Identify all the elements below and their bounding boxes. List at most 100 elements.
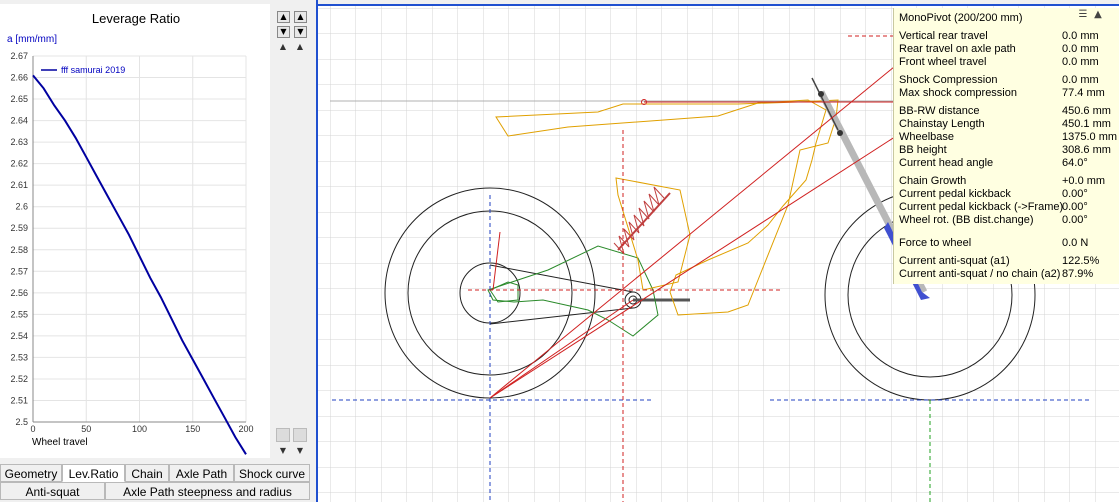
scroll-down-arrow-icon[interactable]: ▼ — [292, 446, 308, 458]
y-tick-label: 2.67 — [10, 51, 28, 61]
info-row-label: Current head angle — [899, 157, 994, 169]
info-row-label: Current pedal kickback — [899, 188, 1011, 200]
info-panel: MonoPivot (200/200 mm) ☰ ▲ Vertical rear… — [893, 8, 1119, 284]
info-row-value: 1375.0 mm — [1062, 131, 1118, 143]
y-tick-label: 2.6 — [15, 202, 28, 212]
info-row-label: Chainstay Length — [899, 118, 985, 130]
info-row-value: 77.4 mm — [1062, 87, 1105, 99]
scroll-thumb[interactable] — [276, 428, 290, 442]
legend-label: fff samurai 2019 — [61, 65, 125, 75]
x-axis-label: Wheel travel — [32, 437, 88, 448]
info-row-label: Front wheel travel — [899, 56, 987, 68]
info-row: Wheel rot. (BB dist.change) 0.00° — [899, 214, 1113, 227]
y-tick-label: 2.5 — [15, 417, 28, 427]
scroll-top-button[interactable]: ▲ — [277, 11, 290, 23]
info-row: BB-RW distance 450.6 mm — [899, 105, 1113, 118]
info-row: Rear travel on axle path 0.0 mm — [899, 43, 1113, 56]
info-row: Current pedal kickback 0.00° — [899, 188, 1113, 201]
x-tick-label: 50 — [81, 424, 91, 434]
scroll-thumb[interactable] — [293, 428, 307, 442]
y-tick-label: 2.59 — [10, 223, 28, 233]
scroll-down-arrow-icon[interactable]: ▼ — [275, 446, 291, 458]
info-row-label: Rear travel on axle path — [899, 43, 1016, 55]
info-row: Vertical rear travel 0.0 mm — [899, 30, 1113, 43]
x-tick-label: 200 — [238, 424, 253, 434]
info-row-label: Chain Growth — [899, 175, 967, 187]
info-row-label: BB-RW distance — [899, 105, 980, 117]
info-row-label: Shock Compression — [899, 74, 998, 86]
y-tick-label: 2.62 — [10, 159, 28, 169]
info-row-label: Force to wheel — [899, 237, 972, 249]
y-tick-label: 2.57 — [10, 266, 28, 276]
chart-svg: 2.5 2.51 2.52 2.53 2.54 2.55 2.56 2.57 2.58 2.59 2… — [7, 11, 254, 455]
y-tick-label: 2.65 — [10, 94, 28, 104]
tab-geometry[interactable]: Geometry — [0, 464, 62, 482]
tab-axle-path[interactable]: Axle Path — [169, 464, 234, 482]
info-row-value: 0.00° — [1062, 201, 1088, 213]
scroll-bottom-button-2[interactable]: ▼ — [294, 26, 307, 38]
info-row-value: 0.0 N — [1062, 237, 1089, 249]
scrollbar-2[interactable]: ▲ ▼ — [292, 40, 308, 460]
info-row-label: Max shock compression — [899, 87, 1017, 99]
info-row: Current head angle 64.0° — [899, 157, 1113, 170]
info-row-value: 450.6 mm — [1062, 105, 1111, 117]
scroll-up-arrow-icon[interactable]: ▲ — [275, 42, 291, 54]
x-tick-label: 150 — [185, 424, 200, 434]
x-tick-label: 100 — [132, 424, 147, 434]
info-row-label: Current pedal kickback (->Frame) — [899, 201, 1064, 213]
info-row: Current pedal kickback (->Frame) 0.00° — [899, 201, 1113, 214]
info-row-value: 450.1 mm — [1062, 118, 1111, 130]
info-row-value: +0.0 mm — [1062, 175, 1106, 187]
info-row: Current anti-squat / no chain (a2) 87.9% — [899, 268, 1113, 281]
scroll-up-icon[interactable]: ▲ — [1092, 9, 1104, 21]
y-tick-label: 2.63 — [10, 137, 28, 147]
chart-title: Leverage Ratio — [92, 11, 180, 26]
scroll-up-arrow-icon[interactable]: ▲ — [292, 42, 308, 54]
info-row-label: BB height — [899, 144, 947, 156]
y-axis-label: a [mm/mm] — [7, 34, 57, 45]
info-row-label: Wheelbase — [899, 131, 955, 143]
scrollbar-1[interactable]: ▲ ▼ — [275, 40, 291, 460]
tab-chain[interactable]: Chain — [125, 464, 169, 482]
info-row: BB height 308.6 mm — [899, 144, 1113, 157]
y-tick-label: 2.54 — [10, 331, 28, 341]
tab-shock-curve[interactable]: Shock curve — [234, 464, 310, 482]
info-row-label: Current anti-squat / no chain (a2) — [899, 268, 1061, 280]
y-tick-label: 2.66 — [10, 73, 28, 83]
info-row-value: 0.00° — [1062, 214, 1088, 226]
info-row: Max shock compression 77.4 mm — [899, 87, 1113, 100]
info-row-label: Current anti-squat (a1) — [899, 255, 1010, 267]
leverage-ratio-chart: 2.5 2.51 2.52 2.53 2.54 2.55 2.56 2.57 2.58 2.59 2… — [0, 4, 270, 458]
y-tick-label: 2.52 — [10, 374, 28, 384]
y-tick-label: 2.55 — [10, 309, 28, 319]
info-row: Chain Growth +0.0 mm — [899, 175, 1113, 188]
scroll-top-button-2[interactable]: ▲ — [294, 11, 307, 23]
info-row-label: Wheel rot. (BB dist.change) — [899, 214, 1034, 226]
left-pane: 2.5 2.51 2.52 2.53 2.54 2.55 2.56 2.57 2.58 2.59 2… — [0, 0, 313, 502]
info-row-value: 0.0 mm — [1062, 43, 1099, 55]
scroll-bottom-button[interactable]: ▼ — [277, 26, 290, 38]
tab-axle-path-steepness[interactable]: Axle Path steepness and radius — [105, 482, 310, 500]
info-row-value: 0.0 mm — [1062, 74, 1099, 86]
info-row-value: 0.0 mm — [1062, 30, 1099, 42]
info-row-value: 87.9% — [1062, 268, 1094, 280]
info-row-value: 308.6 mm — [1062, 144, 1111, 156]
y-tick-label: 2.51 — [10, 395, 28, 405]
info-row: Front wheel travel 0.0 mm — [899, 56, 1113, 69]
y-tick-label: 2.53 — [10, 352, 28, 362]
info-row-value: 64.0° — [1062, 157, 1088, 169]
y-tick-label: 2.58 — [10, 245, 28, 255]
info-row-value: 0.0 mm — [1062, 56, 1099, 68]
top-toolbar-strip — [318, 0, 1119, 6]
y-tick-label: 2.61 — [10, 180, 28, 190]
tab-anti-squat[interactable]: Anti-squat — [0, 482, 105, 500]
settings-icon[interactable]: ☰ — [1077, 9, 1089, 21]
info-row: Chainstay Length 450.1 mm — [899, 118, 1113, 131]
tab-lev-ratio[interactable]: Lev.Ratio — [62, 464, 125, 482]
info-row: Current anti-squat (a1) 122.5% — [899, 255, 1113, 268]
info-row-value: 0.00° — [1062, 188, 1088, 200]
y-tick-label: 2.56 — [10, 288, 28, 298]
info-row-value: 122.5% — [1062, 255, 1100, 267]
x-tick-label: 0 — [30, 424, 35, 434]
info-row: Force to wheel 0.0 N — [899, 237, 1113, 250]
